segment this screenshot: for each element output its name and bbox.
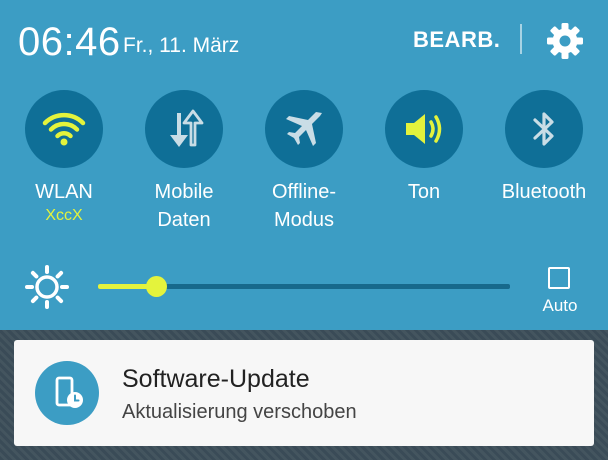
auto-brightness-checkbox[interactable] [548, 267, 570, 289]
header-divider [520, 24, 522, 54]
notification-title: Software-Update [122, 365, 310, 393]
wlan-network-name: XccX [45, 207, 83, 224]
wifi-icon [42, 112, 86, 146]
clock: 06:46 [18, 20, 121, 64]
quick-settings-panel: 06:46 Fr., 11. März BEARB. WLAN XccX Mob… [0, 0, 608, 330]
speaker-icon [406, 114, 442, 144]
bluetooth-icon [533, 112, 554, 146]
toggle-mobile-data-circle [145, 90, 223, 168]
notification-subtitle: Aktualisierung verschoben [122, 401, 357, 423]
brightness-icon [24, 264, 70, 310]
edit-button[interactable]: BEARB. [413, 28, 500, 52]
toggle-offline-mode-label-line1: Offline- [271, 181, 337, 203]
brightness-slider-thumb[interactable] [146, 276, 167, 297]
toggle-sound-circle [385, 90, 463, 168]
airplane-icon [286, 112, 322, 146]
notification-card[interactable]: Software-Update Aktualisierung verschobe… [14, 340, 594, 446]
toggle-wlan-label: WLAN [35, 181, 93, 203]
toggle-offline-mode-circle [265, 90, 343, 168]
toggle-bluetooth-label: Bluetooth [501, 181, 587, 203]
toggle-bluetooth-circle [505, 90, 583, 168]
gear-icon [547, 23, 583, 59]
toggle-mobile-data[interactable]: Mobile Daten [129, 90, 239, 240]
toggle-sound[interactable]: Ton [369, 90, 479, 240]
toggle-sound-label: Ton [407, 181, 441, 203]
data-transfer-icon [170, 109, 204, 147]
toggle-bluetooth[interactable]: Bluetooth [489, 90, 599, 240]
toggle-offline-mode-label-line2: Modus [273, 209, 335, 231]
toggle-wlan-circle [25, 90, 103, 168]
toggle-mobile-data-label: Mobile Daten [129, 178, 239, 234]
software-update-icon [35, 361, 99, 425]
date-label: Fr., 11. März [123, 34, 240, 57]
status-header: 06:46 Fr., 11. März BEARB. [0, 0, 608, 80]
settings-button[interactable] [546, 22, 584, 60]
auto-brightness-label: Auto [542, 296, 578, 315]
brightness-slider[interactable] [98, 276, 510, 297]
toggle-mobile-data-label-line1: Mobile [154, 181, 214, 203]
toggle-offline-mode-label: Offline- Modus [249, 178, 359, 234]
toggle-mobile-data-label-line2: Daten [157, 209, 211, 231]
toggle-wlan[interactable]: WLAN XccX [9, 90, 119, 240]
brightness-row: Auto [0, 256, 608, 326]
toggle-offline-mode[interactable]: Offline- Modus [249, 90, 359, 240]
